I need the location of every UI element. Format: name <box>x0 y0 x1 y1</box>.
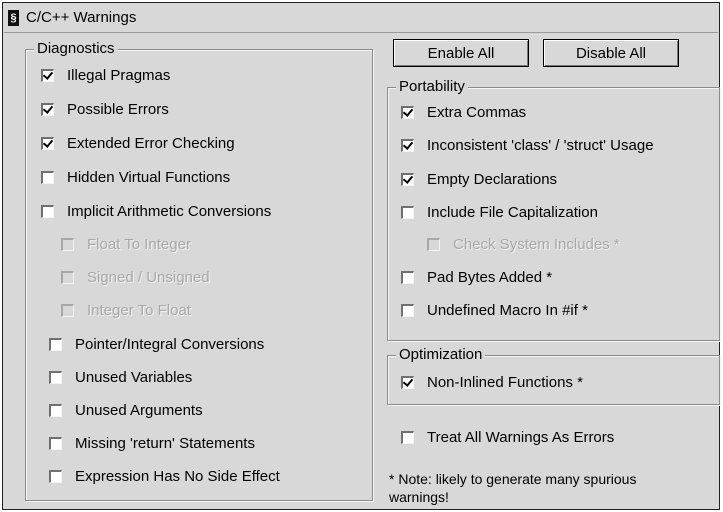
checkbox-label: Expression Has No Side Effect <box>75 468 280 485</box>
checkbox-treat-warnings-as-errors[interactable]: Treat All Warnings As Errors <box>401 429 614 446</box>
checkbox-extended-error-checking[interactable]: Extended Error Checking <box>41 135 235 152</box>
checkbox-label: Pointer/Integral Conversions <box>75 336 265 353</box>
enable-all-button[interactable]: Enable All <box>393 39 529 67</box>
checkbox-label: Extended Error Checking <box>67 135 235 152</box>
optimization-group-label: Optimization <box>396 346 486 363</box>
checkbox-label: Extra Commas <box>427 104 527 121</box>
checkbox-label: Undefined Macro In #if * <box>427 302 588 319</box>
panel-icon: § <box>8 10 19 26</box>
checkbox-pad-bytes-added[interactable]: Pad Bytes Added * <box>401 269 552 286</box>
checkbox-extra-commas[interactable]: Extra Commas <box>401 104 526 121</box>
title-bar: § C/C++ Warnings <box>4 4 718 33</box>
window-title: C/C++ Warnings <box>26 9 137 26</box>
checkbox-label: Include File Capitalization <box>427 204 598 221</box>
checkbox-label: Unused Arguments <box>75 402 203 419</box>
checkbox-box[interactable] <box>41 205 54 218</box>
checkbox-box[interactable] <box>41 171 54 184</box>
checkbox-label: Pad Bytes Added * <box>427 269 553 286</box>
checkbox-illegal-pragmas[interactable]: Illegal Pragmas <box>41 67 170 84</box>
checkbox-box[interactable] <box>49 338 62 351</box>
checkbox-unused-variables[interactable]: Unused Variables <box>49 369 192 386</box>
checkbox-label: Inconsistent 'class' / 'struct' Usage <box>427 137 654 154</box>
checkbox-box[interactable] <box>41 103 54 116</box>
checkbox-label: Float To Integer <box>87 236 191 253</box>
checkbox-box[interactable] <box>401 173 414 186</box>
checkbox-empty-declarations[interactable]: Empty Declarations <box>401 171 557 188</box>
warnings-panel: § C/C++ Warnings Diagnostics Enable All … <box>2 2 720 510</box>
footnote: * Note: likely to generate many spurious… <box>389 471 637 505</box>
checkbox-include-file-capitalization[interactable]: Include File Capitalization <box>401 204 598 221</box>
checkbox-box[interactable] <box>41 69 54 82</box>
checkbox-box <box>61 271 74 284</box>
checkbox-box[interactable] <box>401 431 414 444</box>
disable-all-button[interactable]: Disable All <box>543 39 679 67</box>
checkbox-inconsistent-class-struct[interactable]: Inconsistent 'class' / 'struct' Usage <box>401 137 654 154</box>
checkbox-pointer-integral-conversions[interactable]: Pointer/Integral Conversions <box>49 336 264 353</box>
checkbox-expression-no-side-effect[interactable]: Expression Has No Side Effect <box>49 468 280 485</box>
checkbox-label: Non-Inlined Functions * <box>427 374 583 391</box>
checkbox-undefined-macro[interactable]: Undefined Macro In #if * <box>401 302 588 319</box>
checkbox-box[interactable] <box>49 437 62 450</box>
checkbox-implicit-arithmetic-conversions[interactable]: Implicit Arithmetic Conversions <box>41 203 271 220</box>
checkbox-label: Empty Declarations <box>427 171 558 188</box>
checkbox-box[interactable] <box>49 404 62 417</box>
checkbox-box[interactable] <box>41 137 54 150</box>
checkbox-label: Hidden Virtual Functions <box>67 169 231 186</box>
checkbox-box[interactable] <box>401 139 414 152</box>
checkbox-label: Signed / Unsigned <box>87 269 210 286</box>
checkbox-label: Possible Errors <box>67 101 169 118</box>
checkbox-box[interactable] <box>49 470 62 483</box>
portability-group-label: Portability <box>396 78 468 95</box>
checkbox-label: Integer To Float <box>87 302 191 319</box>
checkbox-label: Missing 'return' Statements <box>75 435 255 452</box>
checkbox-label: Implicit Arithmetic Conversions <box>67 203 272 220</box>
checkbox-box[interactable] <box>401 271 414 284</box>
checkbox-non-inlined-functions[interactable]: Non-Inlined Functions * <box>401 374 583 391</box>
checkbox-box <box>427 238 440 251</box>
checkbox-box[interactable] <box>49 371 62 384</box>
checkbox-float-to-integer: Float To Integer <box>61 236 191 253</box>
checkbox-label: Illegal Pragmas <box>67 67 171 84</box>
checkbox-missing-return-statements[interactable]: Missing 'return' Statements <box>49 435 255 452</box>
diagnostics-group-label: Diagnostics <box>34 40 118 57</box>
checkbox-box[interactable] <box>401 376 414 389</box>
checkbox-box <box>61 238 74 251</box>
checkbox-label: Unused Variables <box>75 369 193 386</box>
checkbox-integer-to-float: Integer To Float <box>61 302 191 319</box>
checkbox-label: Treat All Warnings As Errors <box>427 429 615 446</box>
checkbox-signed-unsigned: Signed / Unsigned <box>61 269 210 286</box>
checkbox-box <box>61 304 74 317</box>
checkbox-box[interactable] <box>401 206 414 219</box>
checkbox-hidden-virtual-functions[interactable]: Hidden Virtual Functions <box>41 169 230 186</box>
checkbox-box[interactable] <box>401 106 414 119</box>
checkbox-possible-errors[interactable]: Possible Errors <box>41 101 169 118</box>
checkbox-unused-arguments[interactable]: Unused Arguments <box>49 402 203 419</box>
checkbox-check-system-includes: Check System Includes * <box>427 236 620 253</box>
checkbox-box[interactable] <box>401 304 414 317</box>
checkbox-label: Check System Includes * <box>453 236 620 253</box>
